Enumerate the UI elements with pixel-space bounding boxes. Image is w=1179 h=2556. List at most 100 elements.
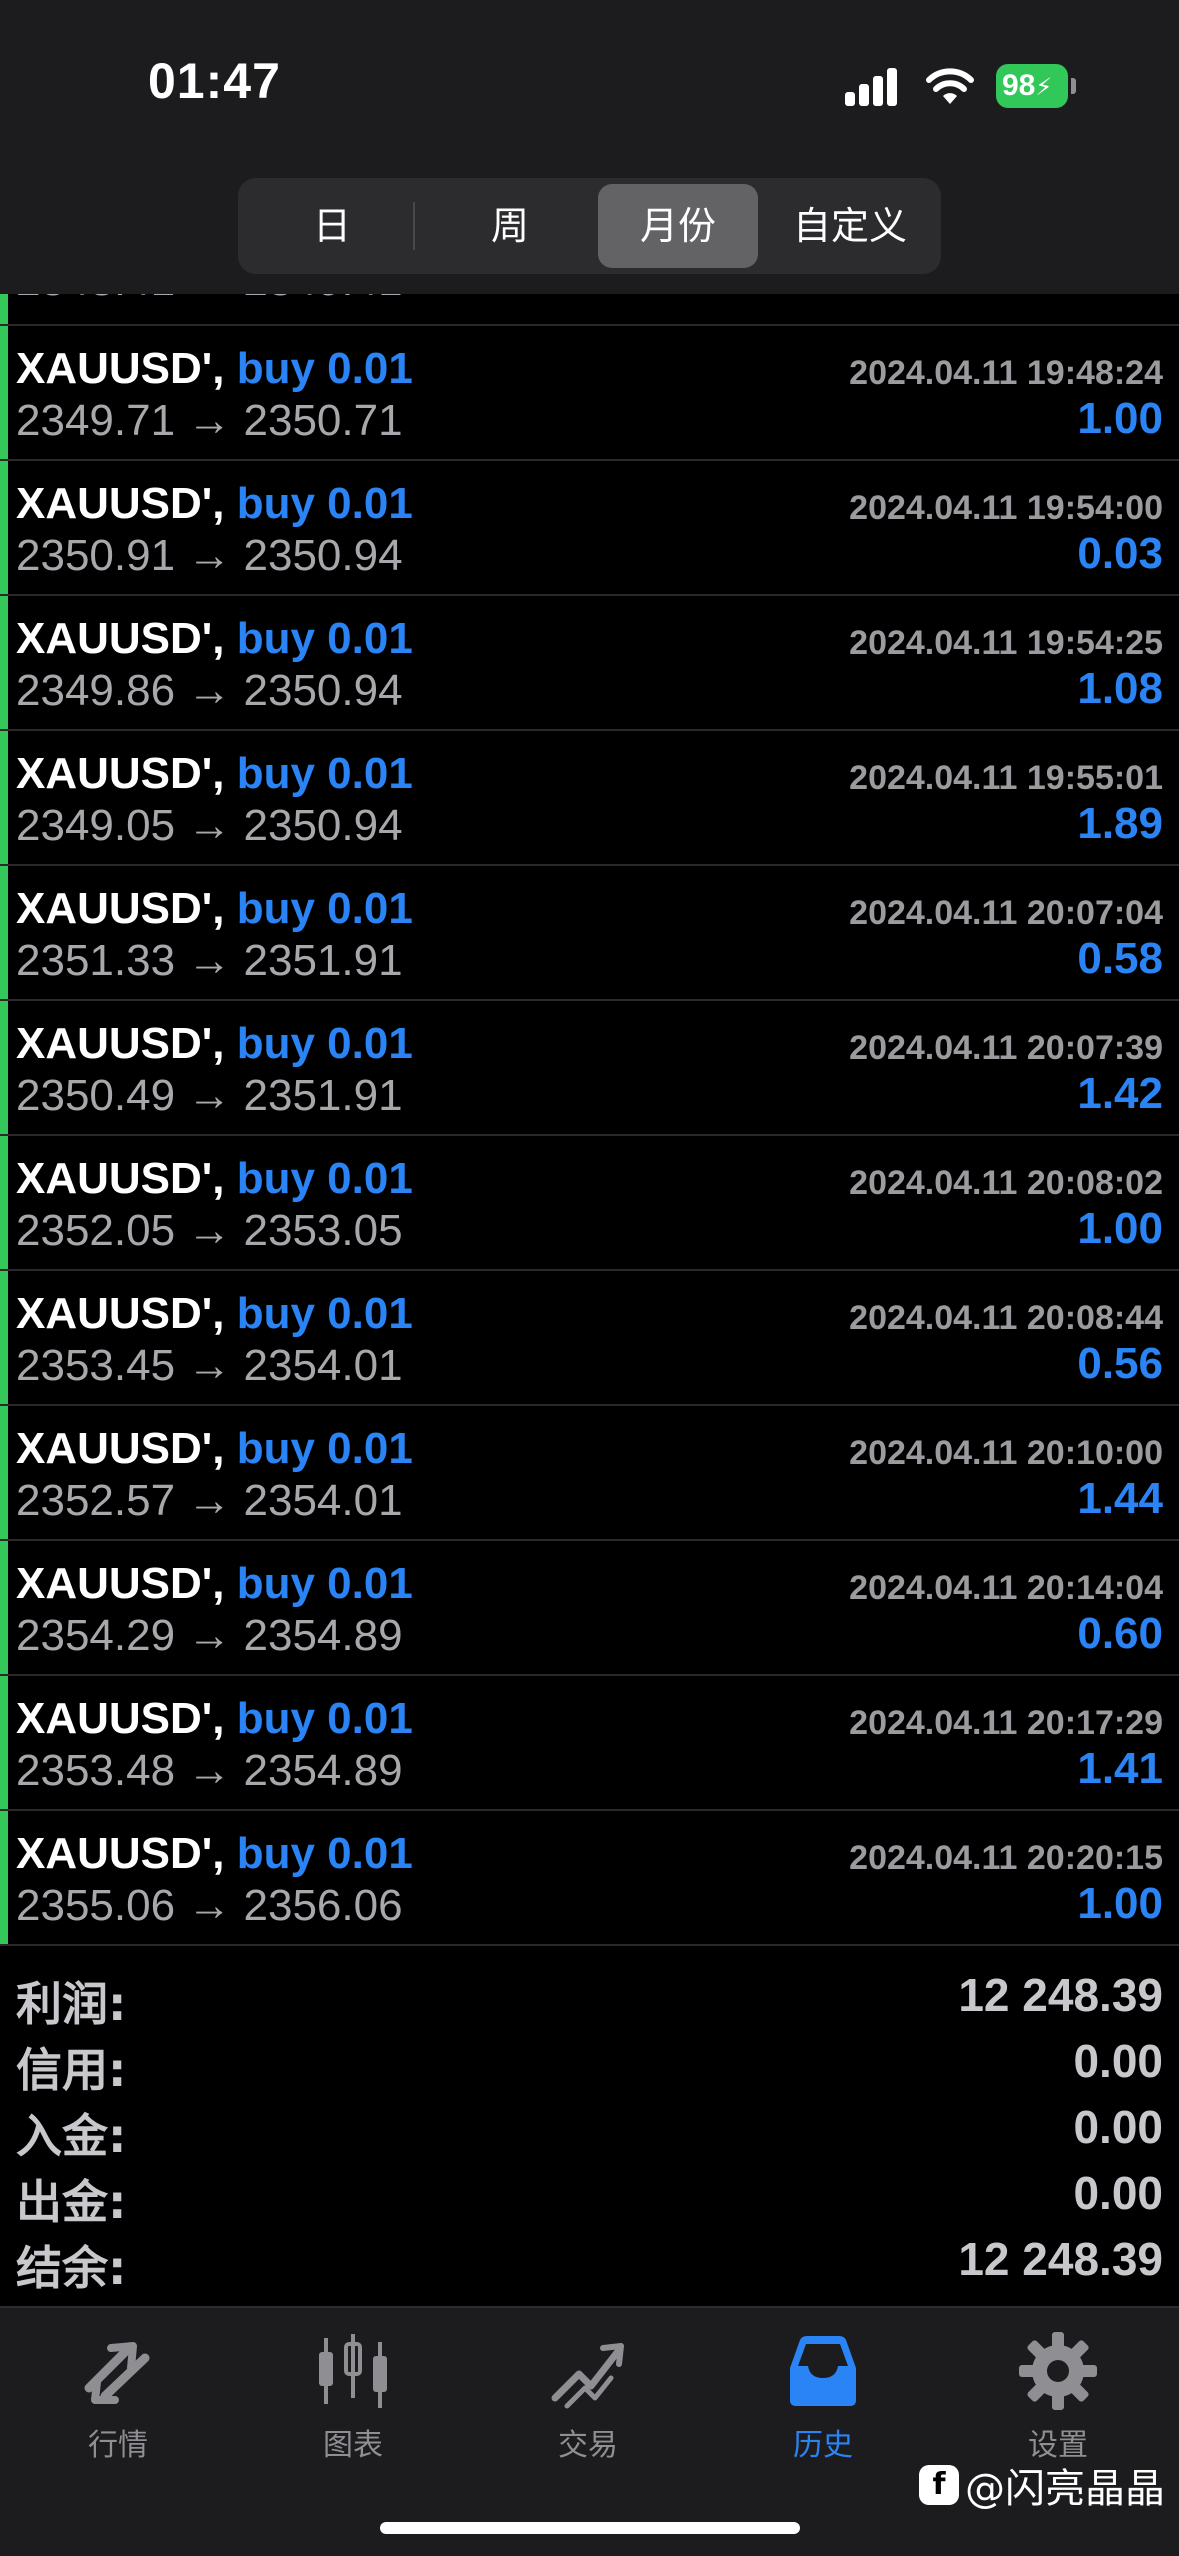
- summary-credit-value: 0.00: [1073, 2035, 1163, 2087]
- history-list[interactable]: 2348.41 → 2349.41 1.00 XAUUSD', buy 0.01…: [0, 294, 1179, 1946]
- profit-indicator-bar: [0, 1541, 8, 1674]
- summary-withdraw-label: 出金:: [16, 2175, 127, 2229]
- trade-type: buy 0.01: [236, 1424, 413, 1473]
- tab-quotes-label: 行情: [88, 2428, 148, 2463]
- trade-symbol: XAUUSD',: [16, 1829, 225, 1878]
- summary-deposit-row: 入金: 0.00: [16, 2100, 1163, 2166]
- trade-type: buy 0.01: [236, 749, 413, 798]
- summary-profit-value: 12 248.39: [958, 1969, 1163, 2021]
- wifi-icon: [926, 68, 974, 104]
- table-row[interactable]: XAUUSD', buy 0.01 2024.04.11 19:48:24 2349…: [0, 326, 1179, 461]
- trade-prices: 2349.71 → 2350.71: [16, 396, 403, 445]
- tab-history-label: 历史: [793, 2428, 853, 2463]
- table-row[interactable]: XAUUSD', buy 0.01 2024.04.11 20:08:44 2353…: [0, 1271, 1179, 1406]
- tab-bar: 行情 图表 交易 历史 设置 f @闪亮晶晶: [0, 2306, 1179, 2556]
- table-row[interactable]: XAUUSD', buy 0.01 2024.04.11 20:10:00 2352…: [0, 1406, 1179, 1541]
- table-row[interactable]: XAUUSD', buy 0.01 2024.04.11 20:07:04 2351…: [0, 866, 1179, 1001]
- period-selector: 日 周 月份 自定义: [238, 178, 941, 274]
- trade-type: buy 0.01: [236, 884, 413, 933]
- trade-title: XAUUSD', buy 0.01: [16, 884, 413, 934]
- candlestick-chart-icon: [319, 2334, 387, 2408]
- trade-profit: 0.56: [1077, 1339, 1163, 1388]
- trade-type: buy 0.01: [236, 1019, 413, 1068]
- table-row[interactable]: XAUUSD', buy 0.01 2024.04.11 20:17:29 2353…: [0, 1676, 1179, 1811]
- trade-title: XAUUSD', buy 0.01: [16, 1154, 413, 1204]
- trade-time: 2024.04.11 20:07:04: [849, 894, 1163, 932]
- profit-indicator-bar: [0, 1001, 8, 1134]
- trade-symbol: XAUUSD',: [16, 1424, 225, 1473]
- table-row[interactable]: XAUUSD', buy 0.01 2024.04.11 19:54:25 2349…: [0, 596, 1179, 731]
- table-row[interactable]: XAUUSD', buy 0.01 2024.04.11 19:54:00 2350…: [0, 461, 1179, 596]
- segment-week[interactable]: 周: [430, 184, 590, 268]
- trade-type: buy 0.01: [236, 1289, 413, 1338]
- account-summary: 利润: 12 248.39 信用: 0.00 入金: 0.00 出金: 0.00…: [0, 1946, 1179, 2306]
- profit-indicator-bar: [0, 1676, 8, 1809]
- trade-title: XAUUSD', buy 0.01: [16, 1019, 413, 1069]
- trade-profit: 1.44: [1077, 1474, 1163, 1523]
- trade-time: 2024.04.11 20:07:39: [849, 1029, 1163, 1067]
- table-row[interactable]: XAUUSD', buy 0.01 2024.04.11 20:07:39 2350…: [0, 1001, 1179, 1136]
- battery-level: 98: [1002, 69, 1036, 102]
- trade-symbol: XAUUSD',: [16, 1289, 225, 1338]
- profit-indicator-bar: [0, 294, 8, 324]
- trade-profit: 1.00: [1077, 1879, 1163, 1928]
- summary-profit-label: 利润:: [16, 1977, 127, 2031]
- trade-symbol: XAUUSD',: [16, 884, 225, 933]
- trade-prices: 2349.05 → 2350.94: [16, 801, 403, 850]
- profit-indicator-bar: [0, 1271, 8, 1404]
- trade-prices: 2353.45 → 2354.01: [16, 1341, 403, 1390]
- table-row[interactable]: XAUUSD', buy 0.01 2024.04.11 19:55:01 2349…: [0, 731, 1179, 866]
- trade-title: XAUUSD', buy 0.01: [16, 344, 413, 394]
- tab-history[interactable]: 历史: [733, 2328, 913, 2478]
- list-item[interactable]: 2348.41 → 2349.41 1.00: [0, 294, 1179, 326]
- table-row[interactable]: XAUUSD', buy 0.01 2024.04.11 20:08:02 2352…: [0, 1136, 1179, 1271]
- trade-prices: 2350.91 → 2350.94: [16, 531, 403, 580]
- summary-credit-row: 信用: 0.00: [16, 2034, 1163, 2100]
- summary-withdraw-row: 出金: 0.00: [16, 2166, 1163, 2232]
- segment-day[interactable]: 日: [252, 184, 412, 268]
- trade-prices: 2349.86 → 2350.94: [16, 666, 403, 715]
- profit-indicator-bar: [0, 731, 8, 864]
- profit-indicator-bar: [0, 461, 8, 594]
- cellular-signal-icon: [845, 66, 905, 106]
- trade-title: XAUUSD', buy 0.01: [16, 749, 413, 799]
- table-row[interactable]: XAUUSD', buy 0.01 2024.04.11 20:20:15 2355…: [0, 1811, 1179, 1946]
- trade-time: 2024.04.11 20:20:15: [849, 1839, 1163, 1877]
- tab-trade[interactable]: 交易: [498, 2328, 678, 2478]
- trade-type: buy 0.01: [236, 1694, 413, 1743]
- trade-time: 2024.04.11 20:17:29: [849, 1704, 1163, 1742]
- trade-time: 2024.04.11 19:54:25: [849, 624, 1163, 662]
- watermark: f @闪亮晶晶: [919, 2456, 1165, 2514]
- tab-quotes[interactable]: 行情: [28, 2328, 208, 2478]
- trade-profit: 1.42: [1077, 1069, 1163, 1118]
- profit-indicator-bar: [0, 596, 8, 729]
- trade-title: XAUUSD', buy 0.01: [16, 1424, 413, 1474]
- trade-symbol: XAUUSD',: [16, 614, 225, 663]
- table-row[interactable]: XAUUSD', buy 0.01 2024.04.11 20:14:04 2354…: [0, 1541, 1179, 1676]
- trade-prices: 2350.49 → 2351.91: [16, 1071, 403, 1120]
- summary-balance-row: 结余: 12 248.39: [16, 2232, 1163, 2298]
- trade-time: 2024.04.11 19:54:00: [849, 489, 1163, 527]
- home-indicator[interactable]: [380, 2522, 800, 2534]
- trade-time: 2024.04.11 20:08:02: [849, 1164, 1163, 1202]
- trade-profit: 1.00: [1077, 1204, 1163, 1253]
- trade-type: buy 0.01: [236, 479, 413, 528]
- trade-prices: 2352.05 → 2353.05: [16, 1206, 403, 1255]
- battery-icon: 98⚡: [996, 64, 1076, 108]
- summary-withdraw-value: 0.00: [1073, 2167, 1163, 2219]
- inbox-tray-icon: [790, 2336, 856, 2406]
- tab-chart[interactable]: 图表: [263, 2328, 443, 2478]
- trade-type: buy 0.01: [236, 344, 413, 393]
- segment-custom[interactable]: 自定义: [770, 184, 930, 268]
- summary-balance-label: 结余:: [16, 2241, 127, 2295]
- trade-symbol: XAUUSD',: [16, 479, 225, 528]
- summary-credit-label: 信用:: [16, 2043, 127, 2097]
- segment-month[interactable]: 月份: [598, 184, 758, 268]
- trade-prices: 2348.41 → 2349.41: [16, 294, 403, 306]
- trade-time: 2024.04.11 20:08:44: [849, 1299, 1163, 1337]
- profit-indicator-bar: [0, 326, 8, 459]
- trade-symbol: XAUUSD',: [16, 1154, 225, 1203]
- trade-trend-icon: [551, 2343, 624, 2409]
- tab-chart-label: 图表: [323, 2428, 383, 2463]
- tab-trade-label: 交易: [558, 2428, 618, 2463]
